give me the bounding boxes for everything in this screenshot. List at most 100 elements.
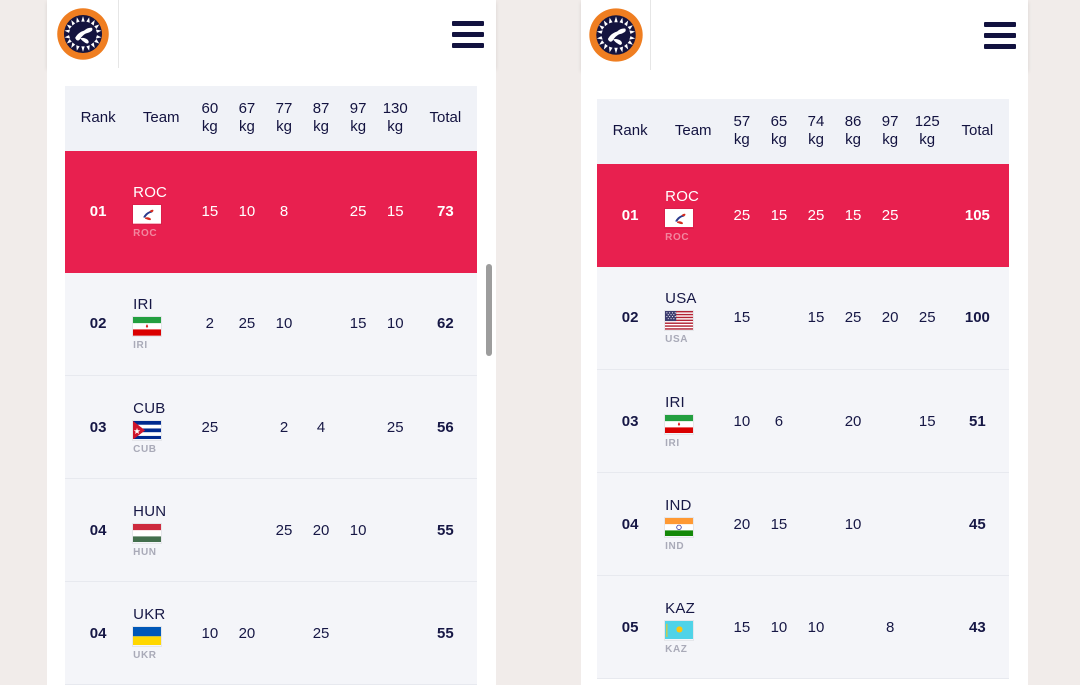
score-cell-0: 15 bbox=[733, 618, 751, 636]
table-row[interactable]: 02 USA USA 15 15 25 20 25 100 bbox=[597, 266, 1009, 370]
weight-unit: kg bbox=[919, 131, 936, 149]
team-code-sub: CUB bbox=[133, 443, 157, 455]
score-cell-4 bbox=[340, 376, 377, 479]
row-total: 105 bbox=[964, 206, 990, 224]
weight-num: 65 bbox=[770, 113, 788, 130]
row-team[interactable]: HUN HUN bbox=[131, 479, 191, 582]
row-team[interactable]: UKR UKR bbox=[131, 582, 191, 685]
row-team[interactable]: CUB CUB bbox=[131, 376, 191, 479]
right-table-body: 01 ROC ROC 25 15 25 15 25 105 02 USA USA 15 15 25 20 25 1… bbox=[597, 163, 1009, 679]
row-total: 51 bbox=[969, 412, 986, 430]
row-team[interactable]: IRI IRI bbox=[131, 273, 191, 376]
score-cell-3: 20 bbox=[312, 521, 330, 539]
left-table-head: Rank Team 60 kg 67 kg 77 kg 87 kg 97 kg … bbox=[65, 86, 477, 151]
left-scrollbar-thumb[interactable] bbox=[486, 264, 492, 356]
score-cell-3 bbox=[303, 151, 340, 273]
score-cell-2 bbox=[265, 582, 302, 685]
score-cell-0: 10 bbox=[201, 624, 219, 642]
col-header-team: Team bbox=[663, 99, 724, 164]
score-cell-4: 15 bbox=[349, 315, 367, 333]
flag-kaz-icon bbox=[665, 620, 694, 640]
col-header-weight-1: 67 kg bbox=[228, 86, 266, 151]
uww-logo-icon bbox=[588, 8, 643, 62]
row-rank: 04 bbox=[89, 624, 107, 642]
row-team[interactable]: KAZ KAZ bbox=[663, 576, 723, 679]
team-box: ROC ROC bbox=[131, 184, 191, 239]
team-code: ROC bbox=[665, 187, 700, 205]
col-header-weight-0: 57 kg bbox=[723, 99, 761, 164]
weight-unit: kg bbox=[733, 131, 750, 149]
team-code: KAZ bbox=[665, 599, 695, 617]
left-scrollbar[interactable] bbox=[482, 68, 496, 685]
flag-hun-icon bbox=[133, 523, 162, 543]
table-row[interactable]: 01 ROC ROC 25 15 25 15 25 105 bbox=[597, 163, 1009, 267]
score-cell-0: 2 bbox=[205, 315, 214, 333]
weight-unit: kg bbox=[882, 131, 899, 149]
weight-num: 97 bbox=[349, 100, 367, 117]
row-rank: 05 bbox=[621, 618, 639, 636]
weight-unit: kg bbox=[350, 118, 367, 136]
team-code: IND bbox=[665, 496, 692, 514]
flag-iri-icon bbox=[133, 317, 162, 336]
table-row[interactable]: 02 IRI IRI 2 25 10 15 10 62 bbox=[65, 272, 477, 376]
team-code-sub: HUN bbox=[133, 546, 157, 558]
table-row[interactable]: 01 ROC ROC 15 10 8 25 15 73 bbox=[65, 150, 477, 273]
score-cell-1: 20 bbox=[238, 624, 256, 642]
weight-unit: kg bbox=[313, 118, 329, 136]
row-team[interactable]: ROC ROC bbox=[131, 151, 191, 273]
row-total: 55 bbox=[437, 624, 454, 642]
col-header-team: Team bbox=[131, 86, 192, 151]
score-cell-0: 25 bbox=[733, 206, 751, 224]
table-row[interactable]: 04 IND IND 20 15 10 45 bbox=[597, 472, 1009, 576]
weight-num: 125 bbox=[914, 113, 940, 130]
score-cell-2: 25 bbox=[275, 521, 293, 539]
table-row[interactable]: 05 KAZ KAZ 15 10 10 8 43 bbox=[597, 575, 1009, 679]
weight-num: 74 bbox=[807, 113, 825, 130]
team-code: USA bbox=[665, 290, 697, 308]
score-cell-0: 15 bbox=[201, 203, 219, 221]
hamburger-bar-3 bbox=[984, 43, 1016, 49]
score-cell-2: 8 bbox=[279, 203, 289, 221]
weight-num: 57 bbox=[733, 113, 751, 130]
team-box: UKR UKR bbox=[131, 606, 191, 661]
score-cell-3: 4 bbox=[316, 418, 326, 436]
score-cell-4 bbox=[340, 582, 377, 685]
score-cell-0 bbox=[191, 479, 228, 582]
row-team[interactable]: ROC ROC bbox=[663, 164, 723, 267]
score-cell-1: 15 bbox=[770, 206, 788, 224]
row-total: 56 bbox=[437, 418, 454, 436]
row-rank: 01 bbox=[621, 206, 639, 224]
team-box: KAZ KAZ bbox=[663, 600, 723, 655]
row-team[interactable]: IND IND bbox=[663, 473, 723, 576]
left-logo-cell[interactable] bbox=[47, 0, 119, 68]
score-cell-2: 10 bbox=[807, 618, 825, 636]
table-row[interactable]: 03 CUB CUB 25 2 4 25 56 bbox=[65, 375, 477, 479]
team-code-sub: UKR bbox=[133, 649, 157, 661]
left-table-body: 01 ROC ROC 15 10 8 25 15 73 02 IRI IRI 2 25 10 15 10 62 03… bbox=[65, 150, 477, 685]
row-team[interactable]: IRI IRI bbox=[663, 370, 723, 473]
col-header-weight-2: 74 kg bbox=[797, 99, 835, 164]
score-cell-5 bbox=[909, 473, 946, 576]
right-logo-cell[interactable] bbox=[581, 0, 651, 70]
team-code: CUB bbox=[133, 399, 166, 417]
score-cell-0: 20 bbox=[733, 515, 751, 533]
weight-num: 67 bbox=[238, 100, 256, 117]
weight-num: 60 bbox=[201, 100, 219, 117]
team-box: CUB CUB bbox=[131, 400, 191, 455]
row-team[interactable]: USA USA bbox=[663, 267, 723, 370]
table-row[interactable]: 04 UKR UKR 10 20 25 55 bbox=[65, 581, 477, 685]
right-appbar-spacer bbox=[651, 0, 972, 70]
hamburger-menu-icon[interactable] bbox=[440, 0, 496, 68]
table-row[interactable]: 04 HUN HUN 25 20 10 55 bbox=[65, 478, 477, 582]
row-rank: 04 bbox=[89, 521, 107, 539]
team-code: ROC bbox=[133, 184, 168, 202]
uww-logo-icon bbox=[56, 8, 109, 60]
left-standings-table: Rank Team 60 kg 67 kg 77 kg 87 kg 97 kg … bbox=[65, 86, 477, 685]
score-cell-4 bbox=[872, 370, 909, 473]
hamburger-menu-icon[interactable] bbox=[972, 0, 1028, 70]
table-row[interactable]: 03 IRI IRI 10 6 20 15 51 bbox=[597, 369, 1009, 473]
team-box: HUN HUN bbox=[131, 503, 191, 558]
row-rank: 02 bbox=[89, 315, 107, 333]
col-header-rank: Rank bbox=[597, 99, 664, 164]
col-header-weight-5: 125 kg bbox=[908, 99, 946, 164]
